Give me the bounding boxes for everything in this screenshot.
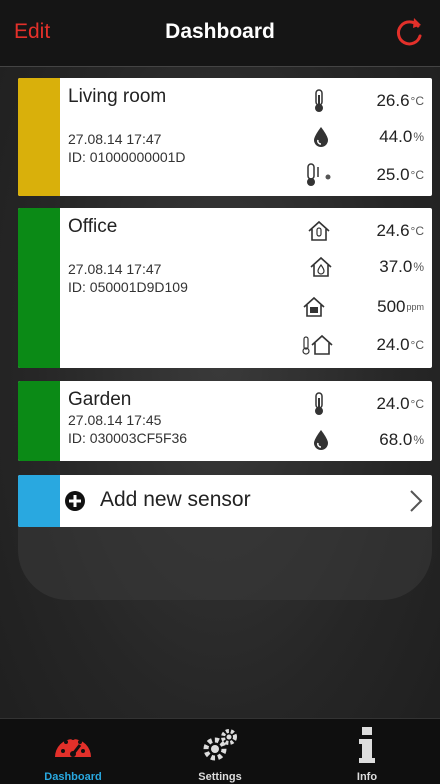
house-drop-icon: [310, 256, 332, 277]
sensor-card-living-room[interactable]: Living room 27.08.14 17:47 ID: 010000000…: [18, 78, 432, 196]
water-drop-icon: [314, 127, 329, 147]
house-thermometer-icon: [307, 220, 330, 241]
sensor-id: ID: 01000000001D: [68, 149, 186, 165]
info-icon: [359, 727, 375, 763]
tab-label: Dashboard: [44, 771, 102, 783]
app-screen: Edit Dashboard Living room 27.08.14 17:4…: [0, 0, 440, 784]
reading-unit: °C: [410, 338, 424, 352]
sensor-name: Living room: [68, 86, 167, 107]
reading-value: 37.0: [379, 257, 413, 276]
gears-icon: [203, 729, 237, 761]
reading-value: 24.0: [376, 335, 410, 354]
reading-value: 24.0: [376, 394, 410, 413]
house-co2-icon: [303, 296, 326, 317]
reading-humidity: 44.0 %: [304, 124, 424, 150]
add-sensor-stripe: [18, 475, 60, 527]
reading-unit: %: [413, 130, 424, 144]
dewpoint-thermometer-icon: [306, 163, 331, 186]
tab-label: Settings: [198, 771, 242, 783]
reading-value: 25.0: [376, 165, 410, 184]
reading-value: 68.0: [379, 430, 413, 449]
reading-temperature: 26.6 °C: [302, 88, 424, 114]
sensor-datetime: 27.08.14 17:47: [68, 261, 162, 277]
plus-circle-icon: [65, 491, 85, 511]
add-sensor-button[interactable]: Add new sensor: [18, 475, 432, 527]
thermometer-icon: [314, 392, 323, 415]
reading-unit: %: [413, 260, 424, 274]
reading-unit: °C: [410, 94, 424, 108]
sensor-color-stripe: [18, 208, 60, 368]
reading-value: 26.6: [376, 91, 410, 110]
reading-outdoor-temperature: 24.0 °C: [301, 332, 424, 358]
add-sensor-label: Add new sensor: [100, 488, 251, 511]
reading-value: 24.6: [376, 221, 410, 240]
chevron-right-icon: [410, 490, 423, 512]
tab-settings[interactable]: Settings: [147, 719, 293, 784]
reading-unit: ppm: [406, 302, 424, 312]
tab-label: Info: [356, 771, 378, 783]
sensor-name: Office: [68, 216, 118, 237]
sensor-color-stripe: [18, 78, 60, 196]
reading-unit: °C: [410, 397, 424, 411]
sensor-color-stripe: [18, 381, 60, 461]
sensor-id: ID: 050001D9D109: [68, 279, 188, 295]
water-drop-icon: [314, 430, 329, 450]
reading-temperature: 24.0 °C: [302, 391, 424, 417]
tab-dashboard[interactable]: Dashboard: [0, 719, 146, 784]
reading-dewpoint: 25.0 °C: [302, 162, 424, 188]
speedometer-icon: [55, 736, 91, 757]
reading-unit: °C: [410, 168, 424, 182]
reading-co2: 500 ppm: [297, 294, 424, 320]
reading-indoor-humidity: 37.0 %: [304, 254, 424, 280]
sensor-card-garden[interactable]: Garden 27.08.14 17:45 ID: 030003CF5F36 2…: [18, 381, 432, 461]
sensor-id: ID: 030003CF5F36: [68, 430, 188, 446]
sensor-datetime: 27.08.14 17:47: [68, 131, 162, 147]
sensor-name: Garden: [68, 389, 132, 410]
tab-bar: Dashboard Settings Info: [0, 718, 440, 784]
reading-humidity: 68.0 %: [304, 427, 424, 453]
reading-indoor-temperature: 24.6 °C: [302, 218, 424, 244]
page-title: Dashboard: [165, 20, 275, 43]
thermometer-icon: [314, 89, 323, 112]
nav-bar: Edit Dashboard: [0, 0, 440, 67]
reading-unit: °C: [410, 224, 424, 238]
sensor-card-office[interactable]: Office 27.08.14 17:47 ID: 050001D9D109 2…: [18, 208, 432, 368]
reading-value: 500: [377, 297, 406, 316]
reading-value: 44.0: [379, 127, 413, 146]
refresh-icon[interactable]: [390, 14, 428, 52]
outdoor-house-thermometer-icon: [301, 334, 333, 355]
reading-unit: %: [413, 433, 424, 447]
sensor-datetime: 27.08.14 17:45: [68, 412, 162, 428]
tab-info[interactable]: Info: [294, 719, 440, 784]
